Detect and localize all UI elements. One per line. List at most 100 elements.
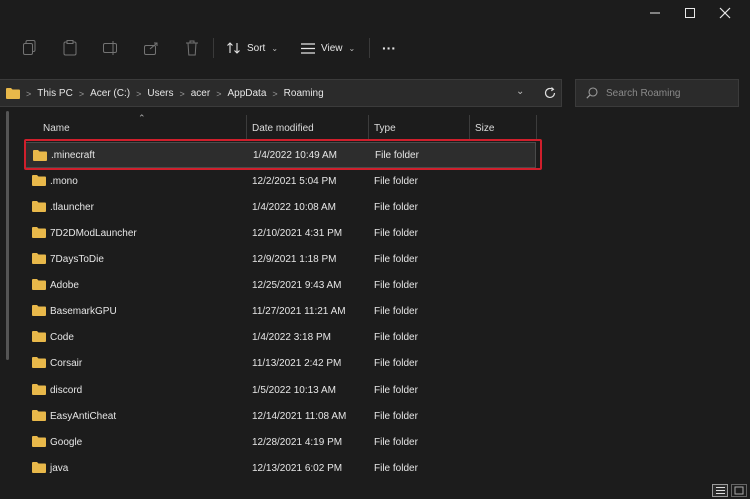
file-date: 11/13/2021 2:42 PM xyxy=(252,357,342,369)
file-row-minecraft[interactable]: .minecraft 1/4/2022 10:49 AM File folder xyxy=(24,142,536,168)
refresh-button[interactable] xyxy=(538,79,562,107)
minimize-icon xyxy=(650,12,660,14)
file-date: 12/14/2021 11:08 AM xyxy=(252,410,347,422)
folder-icon xyxy=(32,201,46,212)
file-type: File folder xyxy=(374,357,418,369)
file-type: File folder xyxy=(374,331,418,343)
folder-icon xyxy=(32,384,46,395)
close-icon xyxy=(719,7,731,19)
folder-icon xyxy=(32,410,46,421)
column-divider[interactable] xyxy=(536,115,537,141)
file-row[interactable]: Corsair 11/13/2021 2:42 PM File folder xyxy=(24,350,536,376)
breadcrumb: > This PC > Acer (C:) > Users > acer > A… xyxy=(20,80,324,107)
file-date: 1/4/2022 3:18 PM xyxy=(252,331,331,343)
sort-icon xyxy=(227,42,240,54)
column-header-size[interactable]: Size xyxy=(475,115,494,141)
file-row[interactable]: .mono 12/2/2021 5:04 PM File folder xyxy=(24,168,536,194)
file-row[interactable]: 7DaysToDie 12/9/2021 1:18 PM File folder xyxy=(24,246,536,272)
breadcrumb-acer-c[interactable]: Acer (C:) xyxy=(90,88,130,99)
search-box[interactable]: Search Roaming xyxy=(575,79,739,107)
breadcrumb-this-pc[interactable]: This PC xyxy=(37,88,73,99)
column-divider[interactable] xyxy=(469,115,470,141)
file-row[interactable]: Code 1/4/2022 3:18 PM File folder xyxy=(24,324,536,350)
folder-icon xyxy=(32,253,46,264)
chevron-right-icon: > xyxy=(179,88,185,99)
paste-icon[interactable] xyxy=(59,38,81,58)
file-name: EasyAntiCheat xyxy=(50,410,117,422)
chevron-down-icon: ⌄ xyxy=(348,43,356,53)
column-divider[interactable] xyxy=(246,115,247,141)
rename-icon[interactable] xyxy=(100,38,122,58)
file-name: discord xyxy=(50,384,83,396)
folder-icon xyxy=(32,305,46,316)
file-type: File folder xyxy=(374,462,418,474)
file-date: 1/4/2022 10:08 AM xyxy=(252,201,336,213)
file-name: Google xyxy=(50,436,83,448)
sort-button[interactable]: Sort ⌄ xyxy=(227,38,278,58)
share-icon[interactable] xyxy=(141,38,163,58)
address-bar[interactable]: > This PC > Acer (C:) > Users > acer > A… xyxy=(0,79,562,107)
scrollbar[interactable] xyxy=(6,111,9,360)
file-type: File folder xyxy=(374,227,418,239)
more-options-button[interactable]: ··· xyxy=(382,38,396,58)
chevron-right-icon: > xyxy=(216,88,222,99)
file-type: File folder xyxy=(374,305,418,317)
chevron-right-icon: > xyxy=(78,88,85,99)
file-row[interactable]: 7D2DModLauncher 12/10/2021 4:31 PM File … xyxy=(24,220,536,246)
column-header-type[interactable]: Type xyxy=(374,115,396,141)
file-type: File folder xyxy=(374,436,418,448)
file-name: 7D2DModLauncher xyxy=(50,227,137,239)
details-view-button[interactable] xyxy=(712,484,728,497)
file-name: 7DaysToDie xyxy=(50,253,104,265)
file-row[interactable]: EasyAntiCheat 12/14/2021 11:08 AM File f… xyxy=(24,403,536,429)
file-date: 1/5/2022 10:13 AM xyxy=(252,384,336,396)
search-icon xyxy=(586,87,598,99)
file-row[interactable]: discord 1/5/2022 10:13 AM File folder xyxy=(24,377,536,403)
file-date: 1/4/2022 10:49 AM xyxy=(253,149,337,161)
column-divider[interactable] xyxy=(368,115,369,141)
folder-icon xyxy=(32,279,46,290)
breadcrumb-roaming[interactable]: Roaming xyxy=(284,88,324,99)
chevron-right-icon: > xyxy=(272,88,278,99)
column-header-date-modified[interactable]: Date modified xyxy=(252,115,314,141)
tiles-view-button[interactable] xyxy=(731,484,747,497)
folder-icon xyxy=(32,357,46,368)
file-row[interactable]: .tlauncher 1/4/2022 10:08 AM File folder xyxy=(24,194,536,220)
sort-up-icon: ⌃ xyxy=(138,113,146,123)
minimize-button[interactable] xyxy=(638,0,672,26)
file-name: .minecraft xyxy=(51,149,95,161)
file-type: File folder xyxy=(374,201,418,213)
file-row[interactable]: BasemarkGPU 11/27/2021 11:21 AM File fol… xyxy=(24,298,536,324)
breadcrumb-appdata[interactable]: AppData xyxy=(227,88,266,99)
file-type: File folder xyxy=(374,279,418,291)
view-button[interactable]: View ⌄ xyxy=(301,38,355,58)
column-header-name[interactable]: Name xyxy=(43,115,70,141)
refresh-icon xyxy=(544,87,556,99)
chevron-down-icon: ⌄ xyxy=(271,43,279,53)
breadcrumb-acer[interactable]: acer xyxy=(191,88,210,99)
breadcrumb-users[interactable]: Users xyxy=(147,88,173,99)
folder-icon xyxy=(32,462,46,473)
file-date: 12/28/2021 4:19 PM xyxy=(252,436,343,448)
file-type: File folder xyxy=(375,149,419,161)
file-row[interactable]: Google 12/28/2021 4:19 PM File folder xyxy=(24,429,536,455)
folder-icon xyxy=(6,88,20,99)
file-type: File folder xyxy=(374,410,418,422)
delete-icon[interactable] xyxy=(181,38,203,58)
address-history-dropdown-icon[interactable]: ⌄ xyxy=(516,86,524,97)
chevron-right-icon: > xyxy=(26,88,32,99)
tiles-view-icon xyxy=(734,486,744,495)
file-date: 11/27/2021 11:21 AM xyxy=(252,305,346,317)
file-row[interactable]: Adobe 12/25/2021 9:43 AM File folder xyxy=(24,272,536,298)
file-name: Corsair xyxy=(50,357,83,369)
file-name: .mono xyxy=(50,175,78,187)
maximize-button[interactable] xyxy=(673,0,707,26)
close-button[interactable] xyxy=(708,0,742,26)
file-row[interactable]: java 12/13/2021 6:02 PM File folder xyxy=(24,455,536,481)
folder-icon xyxy=(32,436,46,447)
file-date: 12/9/2021 1:18 PM xyxy=(252,253,337,265)
chevron-right-icon: > xyxy=(136,88,142,99)
search-input[interactable]: Search Roaming xyxy=(606,88,680,99)
copy-icon[interactable] xyxy=(19,38,41,58)
file-name: Adobe xyxy=(50,279,79,291)
